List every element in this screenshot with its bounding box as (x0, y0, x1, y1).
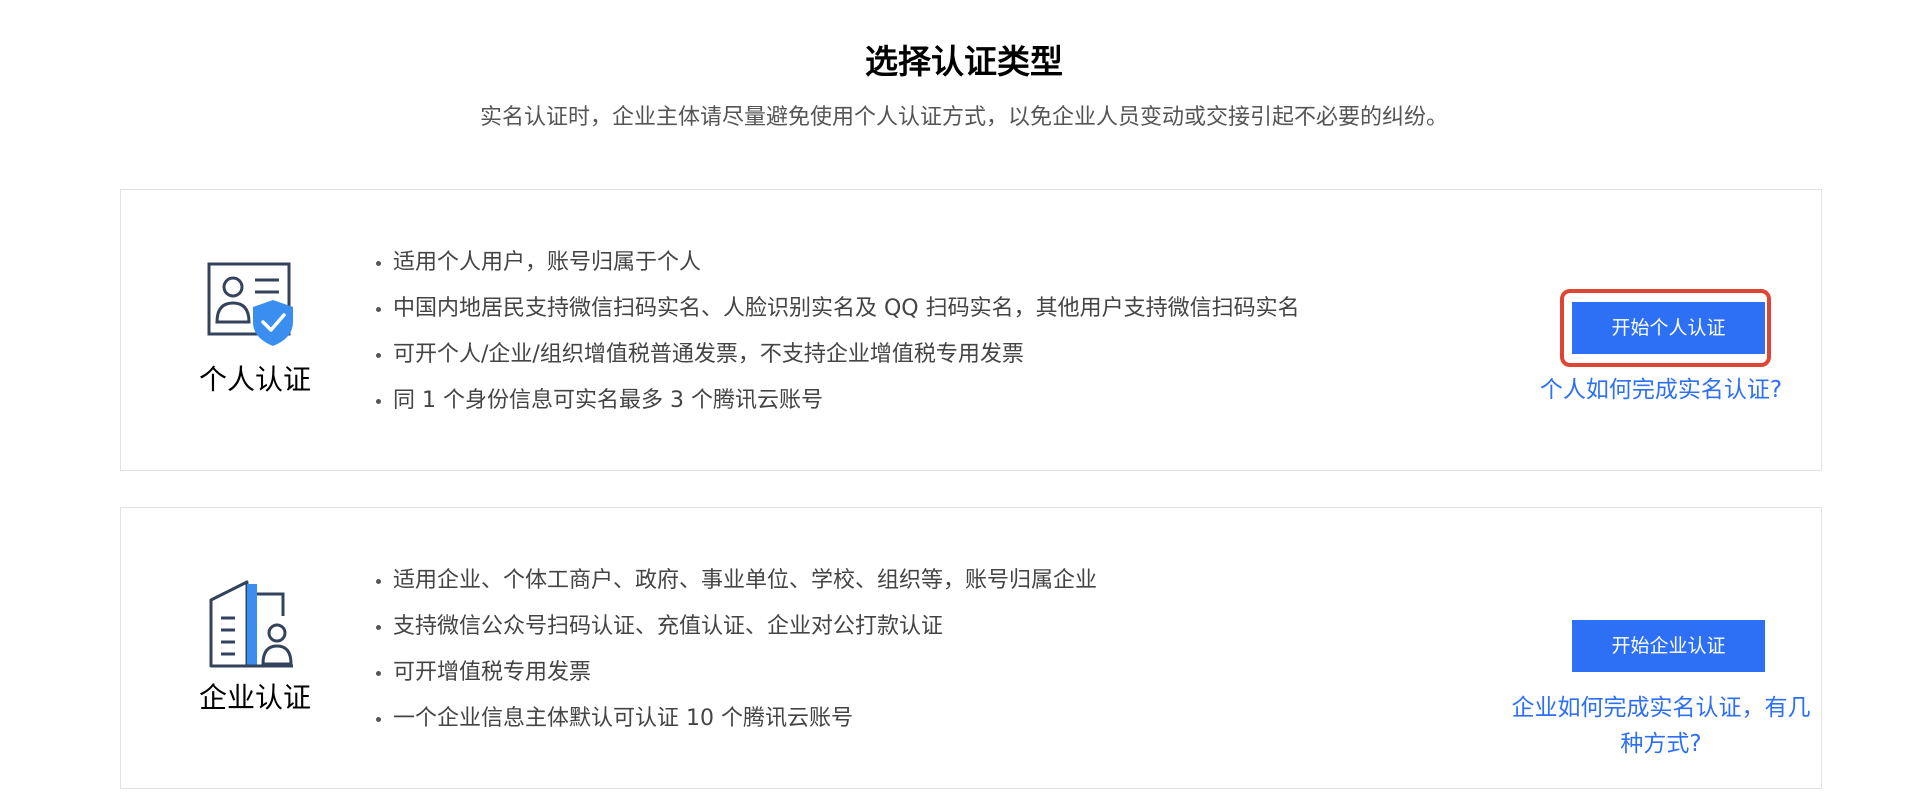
list-item: 中国内地居民支持微信扫码实名、人脸识别实名及 QQ 扫码实名，其他用户支持微信扫… (373, 286, 1300, 332)
list-item: 适用个人用户，账号归属于个人 (373, 240, 1300, 286)
list-item: 可开增值税专用发票 (373, 650, 1097, 696)
feature-text: 可开个人/企业/组织增值税普通发票，不支持企业增值税专用发票 (393, 342, 1024, 367)
bullet-icon (376, 579, 381, 584)
feature-text: 适用企业、个体工商户、政府、事业单位、学校、组织等，账号归属企业 (393, 568, 1098, 593)
list-item: 支持微信公众号扫码认证、充值认证、企业对公打款认证 (373, 604, 1097, 650)
start-personal-auth-button[interactable]: 开始个人认证 (1572, 302, 1765, 354)
personal-auth-card: 个人认证 适用个人用户，账号归属于个人 中国内地居民支持微信扫码实名、人脸识别实… (120, 189, 1822, 471)
bullet-icon (376, 399, 381, 404)
list-item: 一个企业信息主体默认可认证 10 个腾讯云账号 (373, 696, 1097, 742)
page-title: 选择认证类型 (865, 42, 1063, 81)
bullet-icon (376, 671, 381, 676)
start-enterprise-auth-button[interactable]: 开始企业认证 (1572, 620, 1765, 672)
enterprise-auth-card: 企业认证 适用企业、个体工商户、政府、事业单位、学校、组织等，账号归属企业 支持… (120, 507, 1822, 789)
feature-text: 一个企业信息主体默认可认证 10 个腾讯云账号 (393, 706, 853, 731)
page-subtitle: 实名认证时，企业主体请尽量避免使用个人认证方式，以免企业人员变动或交接引起不必要… (479, 105, 1448, 130)
list-item: 同 1 个身份信息可实名最多 3 个腾讯云账号 (373, 378, 1300, 424)
personal-action-area: 开始个人认证 个人如何完成实名认证? (1501, 190, 1821, 470)
personal-auth-label: 个人认证 (198, 363, 311, 396)
personal-id-shield-icon (207, 262, 293, 346)
bullet-icon (376, 625, 381, 630)
personal-auth-help-link[interactable]: 个人如何完成实名认证? (1511, 372, 1811, 408)
list-item: 适用企业、个体工商户、政府、事业单位、学校、组织等，账号归属企业 (373, 558, 1097, 604)
feature-text: 可开增值税专用发票 (393, 660, 592, 685)
bullet-icon (376, 307, 381, 312)
feature-text: 适用个人用户，账号归属于个人 (393, 250, 702, 275)
bullet-icon (376, 717, 381, 722)
bullet-icon (376, 353, 381, 358)
personal-feature-list: 适用个人用户，账号归属于个人 中国内地居民支持微信扫码实名、人脸识别实名及 QQ… (373, 240, 1300, 424)
enterprise-action-area: 开始企业认证 企业如何完成实名认证，有几种方式? (1501, 508, 1821, 788)
list-item: 可开个人/企业/组织增值税普通发票，不支持企业增值税专用发票 (373, 332, 1300, 378)
enterprise-auth-help-link[interactable]: 企业如何完成实名认证，有几种方式? (1511, 690, 1811, 762)
enterprise-building-icon (209, 580, 293, 668)
enterprise-feature-list: 适用企业、个体工商户、政府、事业单位、学校、组织等，账号归属企业 支持微信公众号… (373, 558, 1097, 742)
feature-text: 同 1 个身份信息可实名最多 3 个腾讯云账号 (393, 388, 823, 413)
bullet-icon (376, 261, 381, 266)
enterprise-auth-label: 企业认证 (198, 681, 311, 714)
feature-text: 支持微信公众号扫码认证、充值认证、企业对公打款认证 (393, 614, 944, 639)
feature-text: 中国内地居民支持微信扫码实名、人脸识别实名及 QQ 扫码实名，其他用户支持微信扫… (393, 296, 1300, 321)
